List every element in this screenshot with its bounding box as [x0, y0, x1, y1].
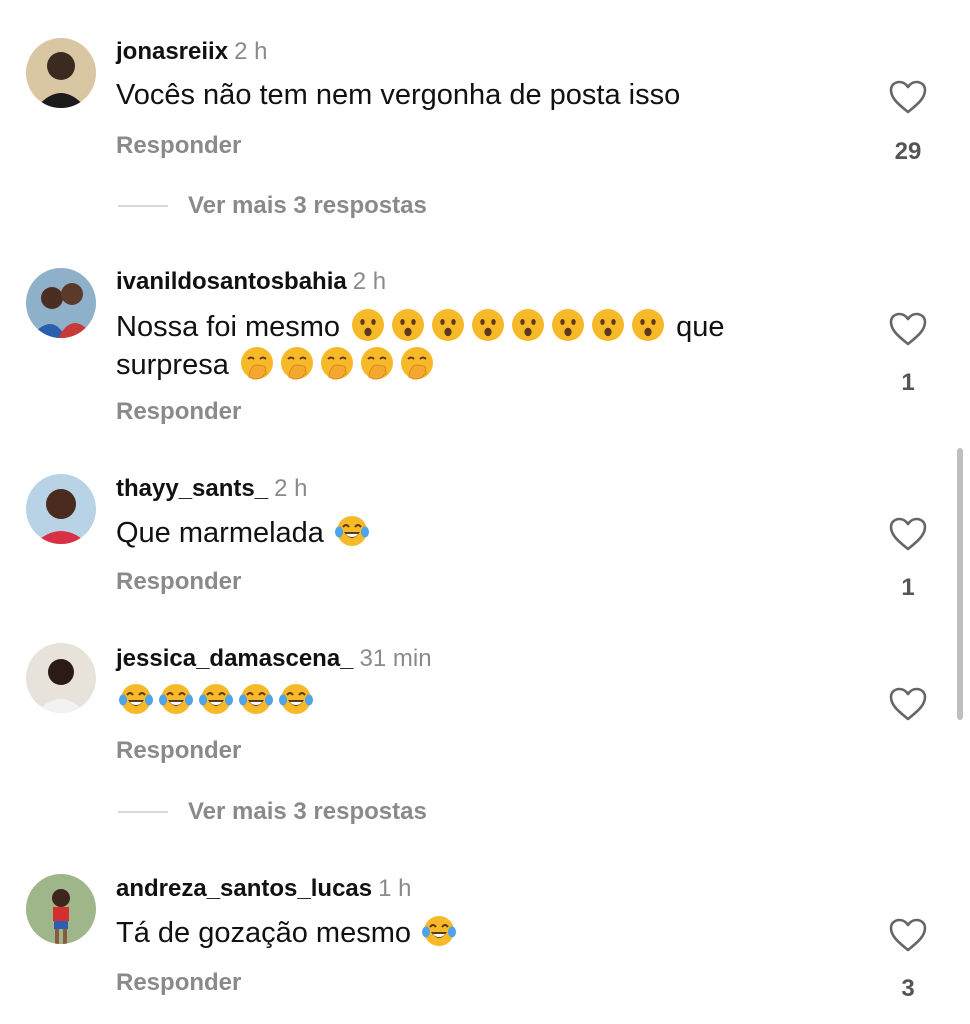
hushed-face-emoji	[391, 308, 425, 342]
comment-text	[116, 682, 856, 720]
avatar[interactable]	[26, 268, 96, 338]
like-count: 3	[901, 975, 915, 1002]
comment-time: 1 h	[378, 875, 412, 902]
reply-button[interactable]: Responder	[116, 398, 241, 426]
comment-text-part: Que marmelada	[116, 517, 332, 549]
like-count: 29	[894, 138, 922, 165]
comment-text-part: que	[668, 311, 725, 343]
view-more-label: Ver mais 3 respostas	[188, 798, 427, 825]
like-button[interactable]	[888, 79, 928, 115]
tears-of-joy-emoji	[335, 514, 369, 548]
hushed-face-emoji	[511, 308, 545, 342]
comment-meta: ivanildosantosbahia 2 h	[116, 268, 386, 296]
like-button[interactable]	[888, 516, 928, 552]
heart-icon	[889, 918, 927, 952]
username[interactable]: andreza_santos_lucas	[116, 875, 372, 902]
avatar[interactable]	[26, 38, 96, 108]
reply-button[interactable]: Responder	[116, 568, 241, 596]
reply-button[interactable]: Responder	[116, 132, 241, 160]
comment-meta: thayy_sants_ 2 h	[116, 475, 307, 503]
reply-button[interactable]: Responder	[116, 737, 241, 765]
tears-of-joy-emoji	[422, 914, 457, 948]
comment-text: Tá de gozação mesmo	[116, 914, 856, 952]
face-with-hand-over-mouth-emoji	[360, 346, 394, 380]
hushed-face-emoji	[631, 308, 665, 342]
hushed-face-emoji	[551, 308, 585, 342]
comment-text: Vocês não tem nem vergonha de posta isso	[116, 79, 681, 111]
divider-line	[118, 811, 168, 813]
comment-text: Nossa foi mesmo que surpresa	[116, 308, 856, 384]
comment-meta: jonasreiix 2 h	[116, 38, 267, 66]
like-button[interactable]	[888, 311, 928, 347]
comment-time: 31 min	[359, 645, 432, 672]
view-more-replies[interactable]: Ver mais 3 respostas	[118, 191, 427, 221]
like-button[interactable]	[888, 686, 928, 722]
face-with-hand-over-mouth-emoji	[240, 346, 274, 380]
avatar[interactable]	[26, 474, 96, 544]
reply-button[interactable]: Responder	[116, 969, 241, 997]
comment-text-part: surpresa	[116, 349, 237, 381]
tears-of-joy-emoji	[199, 682, 233, 716]
tears-of-joy-emoji	[119, 682, 153, 716]
tears-of-joy-emoji	[239, 682, 273, 716]
heart-icon	[889, 517, 927, 551]
hushed-face-emoji	[351, 308, 385, 342]
view-more-replies[interactable]: Ver mais 3 respostas	[118, 797, 427, 827]
heart-icon	[889, 312, 927, 346]
divider-line	[118, 205, 168, 207]
tears-of-joy-emoji	[159, 682, 193, 716]
like-count: 1	[901, 369, 915, 396]
face-with-hand-over-mouth-emoji	[400, 346, 434, 380]
heart-icon	[889, 687, 927, 721]
hushed-face-emoji	[471, 308, 505, 342]
face-with-hand-over-mouth-emoji	[320, 346, 354, 380]
tears-of-joy-emoji	[279, 682, 313, 716]
face-with-hand-over-mouth-emoji	[280, 346, 314, 380]
avatar[interactable]	[26, 643, 96, 713]
username[interactable]: ivanildosantosbahia	[116, 268, 347, 295]
hushed-face-emoji	[431, 308, 465, 342]
scrollbar[interactable]	[957, 448, 963, 720]
like-count: 1	[901, 574, 915, 601]
comment-meta: andreza_santos_lucas 1 h	[116, 875, 412, 903]
comment-text-part: Tá de gozação mesmo	[116, 917, 420, 949]
like-button[interactable]	[888, 917, 928, 953]
heart-icon	[889, 80, 927, 114]
username[interactable]: jonasreiix	[116, 38, 228, 65]
username[interactable]: thayy_sants_	[116, 475, 268, 502]
comment-time: 2 h	[352, 268, 387, 295]
comment-text-part: Nossa foi mesmo	[116, 311, 349, 343]
username[interactable]: jessica_damascena_	[116, 645, 354, 672]
comment-time: 2 h	[234, 38, 268, 65]
avatar[interactable]	[26, 874, 96, 944]
hushed-face-emoji	[591, 308, 625, 342]
comment-time: 2 h	[274, 475, 308, 502]
comment-text: Que marmelada	[116, 514, 856, 552]
comment-meta: jessica_damascena_ 31 min	[116, 645, 432, 673]
view-more-label: Ver mais 3 respostas	[188, 192, 427, 219]
